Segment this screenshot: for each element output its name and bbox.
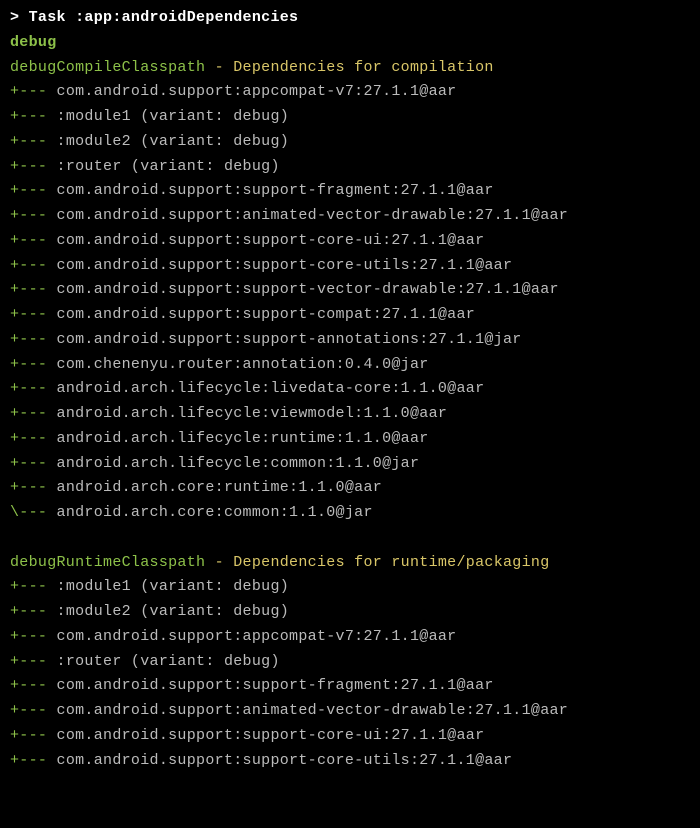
- tree-connector: +---: [10, 108, 57, 125]
- dependency-line: \--- android.arch.core:common:1.1.0@jar: [10, 501, 690, 526]
- dependency-name: com.android.support:appcompat-v7:27.1.1@…: [57, 83, 457, 100]
- dependency-line: +--- com.android.support:support-core-ui…: [10, 724, 690, 749]
- dependency-line: +--- android.arch.lifecycle:runtime:1.1.…: [10, 427, 690, 452]
- dependency-name: com.android.support:animated-vector-draw…: [57, 702, 569, 719]
- dependency-line: +--- :module2 (variant: debug): [10, 130, 690, 155]
- tree-connector: +---: [10, 133, 57, 150]
- tree-connector: +---: [10, 182, 57, 199]
- dependency-name: android.arch.core:common:1.1.0@jar: [57, 504, 373, 521]
- tree-connector: +---: [10, 603, 57, 620]
- dependency-name: com.android.support:support-annotations:…: [57, 331, 522, 348]
- tree-connector: +---: [10, 702, 57, 719]
- dependency-line: +--- com.android.support:support-vector-…: [10, 278, 690, 303]
- dependency-name: android.arch.core:runtime:1.1.0@aar: [57, 479, 383, 496]
- separator: -: [205, 59, 233, 76]
- dependency-line: +--- com.android.support:support-annotat…: [10, 328, 690, 353]
- tree-connector: \---: [10, 504, 57, 521]
- dependency-name: com.android.support:support-core-utils:2…: [57, 257, 513, 274]
- dependency-line: +--- com.android.support:support-core-ut…: [10, 749, 690, 774]
- task-header-line: > Task :app:androidDependencies: [10, 6, 690, 31]
- dependency-line: +--- com.android.support:support-core-ut…: [10, 254, 690, 279]
- classpath-description: Dependencies for runtime/packaging: [233, 554, 549, 571]
- tree-connector: +---: [10, 479, 57, 496]
- dependency-name: com.android.support:support-core-ui:27.1…: [57, 727, 485, 744]
- dependency-name: android.arch.lifecycle:livedata-core:1.1…: [57, 380, 485, 397]
- classpath-title: debugCompileClasspath: [10, 59, 205, 76]
- terminal-output: > Task :app:androidDependencies debug debu…: [10, 6, 690, 773]
- dependency-name: android.arch.lifecycle:runtime:1.1.0@aar: [57, 430, 429, 447]
- tree-connector: +---: [10, 281, 57, 298]
- dependency-line: +--- com.android.support:animated-vector…: [10, 699, 690, 724]
- dependency-line: +--- com.android.support:support-core-ui…: [10, 229, 690, 254]
- tree-connector: +---: [10, 455, 57, 472]
- dependency-line: +--- com.android.support:animated-vector…: [10, 204, 690, 229]
- tree-connector: +---: [10, 628, 57, 645]
- variant-label: debug: [10, 34, 57, 51]
- tree-connector: +---: [10, 306, 57, 323]
- prompt-symbol: >: [10, 9, 29, 26]
- dependency-line: +--- :router (variant: debug): [10, 650, 690, 675]
- tree-connector: +---: [10, 232, 57, 249]
- tree-connector: +---: [10, 430, 57, 447]
- tree-connector: +---: [10, 331, 57, 348]
- dependency-name: :module2 (variant: debug): [57, 133, 290, 150]
- dependency-name: :module1 (variant: debug): [57, 578, 290, 595]
- tree-connector: +---: [10, 727, 57, 744]
- section-header-line: debugCompileClasspath - Dependencies for…: [10, 56, 690, 81]
- tree-connector: +---: [10, 752, 57, 769]
- tree-connector: +---: [10, 207, 57, 224]
- dependency-line: +--- android.arch.core:runtime:1.1.0@aar: [10, 476, 690, 501]
- dependency-line: +--- com.android.support:support-compat:…: [10, 303, 690, 328]
- separator: -: [205, 554, 233, 571]
- dependency-name: com.android.support:support-fragment:27.…: [57, 677, 494, 694]
- tree-connector: +---: [10, 677, 57, 694]
- dependency-name: :router (variant: debug): [57, 158, 280, 175]
- tree-connector: +---: [10, 380, 57, 397]
- dependency-line: +--- android.arch.lifecycle:viewmodel:1.…: [10, 402, 690, 427]
- dependency-line: +--- com.chenenyu.router:annotation:0.4.…: [10, 353, 690, 378]
- dependency-line: +--- :module2 (variant: debug): [10, 600, 690, 625]
- tree-connector: +---: [10, 83, 57, 100]
- dependency-name: com.android.support:support-fragment:27.…: [57, 182, 494, 199]
- tree-connector: +---: [10, 405, 57, 422]
- dependency-name: com.android.support:support-compat:27.1.…: [57, 306, 476, 323]
- dependency-line: +--- com.android.support:appcompat-v7:27…: [10, 80, 690, 105]
- dependency-line: +--- com.android.support:appcompat-v7:27…: [10, 625, 690, 650]
- dependency-name: com.android.support:support-core-utils:2…: [57, 752, 513, 769]
- tree-connector: +---: [10, 653, 57, 670]
- dependency-line: +--- android.arch.lifecycle:common:1.1.0…: [10, 452, 690, 477]
- dependency-line: +--- android.arch.lifecycle:livedata-cor…: [10, 377, 690, 402]
- dependency-line: +--- :router (variant: debug): [10, 155, 690, 180]
- dependency-line: +--- :module1 (variant: debug): [10, 575, 690, 600]
- section-header-line: debugRuntimeClasspath - Dependencies for…: [10, 551, 690, 576]
- dependency-line: +--- com.android.support:support-fragmen…: [10, 674, 690, 699]
- dependency-name: android.arch.lifecycle:common:1.1.0@jar: [57, 455, 420, 472]
- dependency-name: android.arch.lifecycle:viewmodel:1.1.0@a…: [57, 405, 448, 422]
- tree-connector: +---: [10, 158, 57, 175]
- task-name: Task :app:androidDependencies: [29, 9, 299, 26]
- dependency-line: +--- :module1 (variant: debug): [10, 105, 690, 130]
- tree-connector: +---: [10, 257, 57, 274]
- dependency-name: com.android.support:appcompat-v7:27.1.1@…: [57, 628, 457, 645]
- dependency-name: com.chenenyu.router:annotation:0.4.0@jar: [57, 356, 429, 373]
- dependency-name: :module2 (variant: debug): [57, 603, 290, 620]
- blank-line: [10, 526, 690, 551]
- classpath-title: debugRuntimeClasspath: [10, 554, 205, 571]
- dependency-name: com.android.support:support-core-ui:27.1…: [57, 232, 485, 249]
- dependency-name: :module1 (variant: debug): [57, 108, 290, 125]
- dependency-line: +--- com.android.support:support-fragmen…: [10, 179, 690, 204]
- variant-line: debug: [10, 31, 690, 56]
- tree-connector: +---: [10, 578, 57, 595]
- dependency-name: :router (variant: debug): [57, 653, 280, 670]
- tree-connector: +---: [10, 356, 57, 373]
- dependency-name: com.android.support:animated-vector-draw…: [57, 207, 569, 224]
- dependency-name: com.android.support:support-vector-drawa…: [57, 281, 559, 298]
- classpath-description: Dependencies for compilation: [233, 59, 493, 76]
